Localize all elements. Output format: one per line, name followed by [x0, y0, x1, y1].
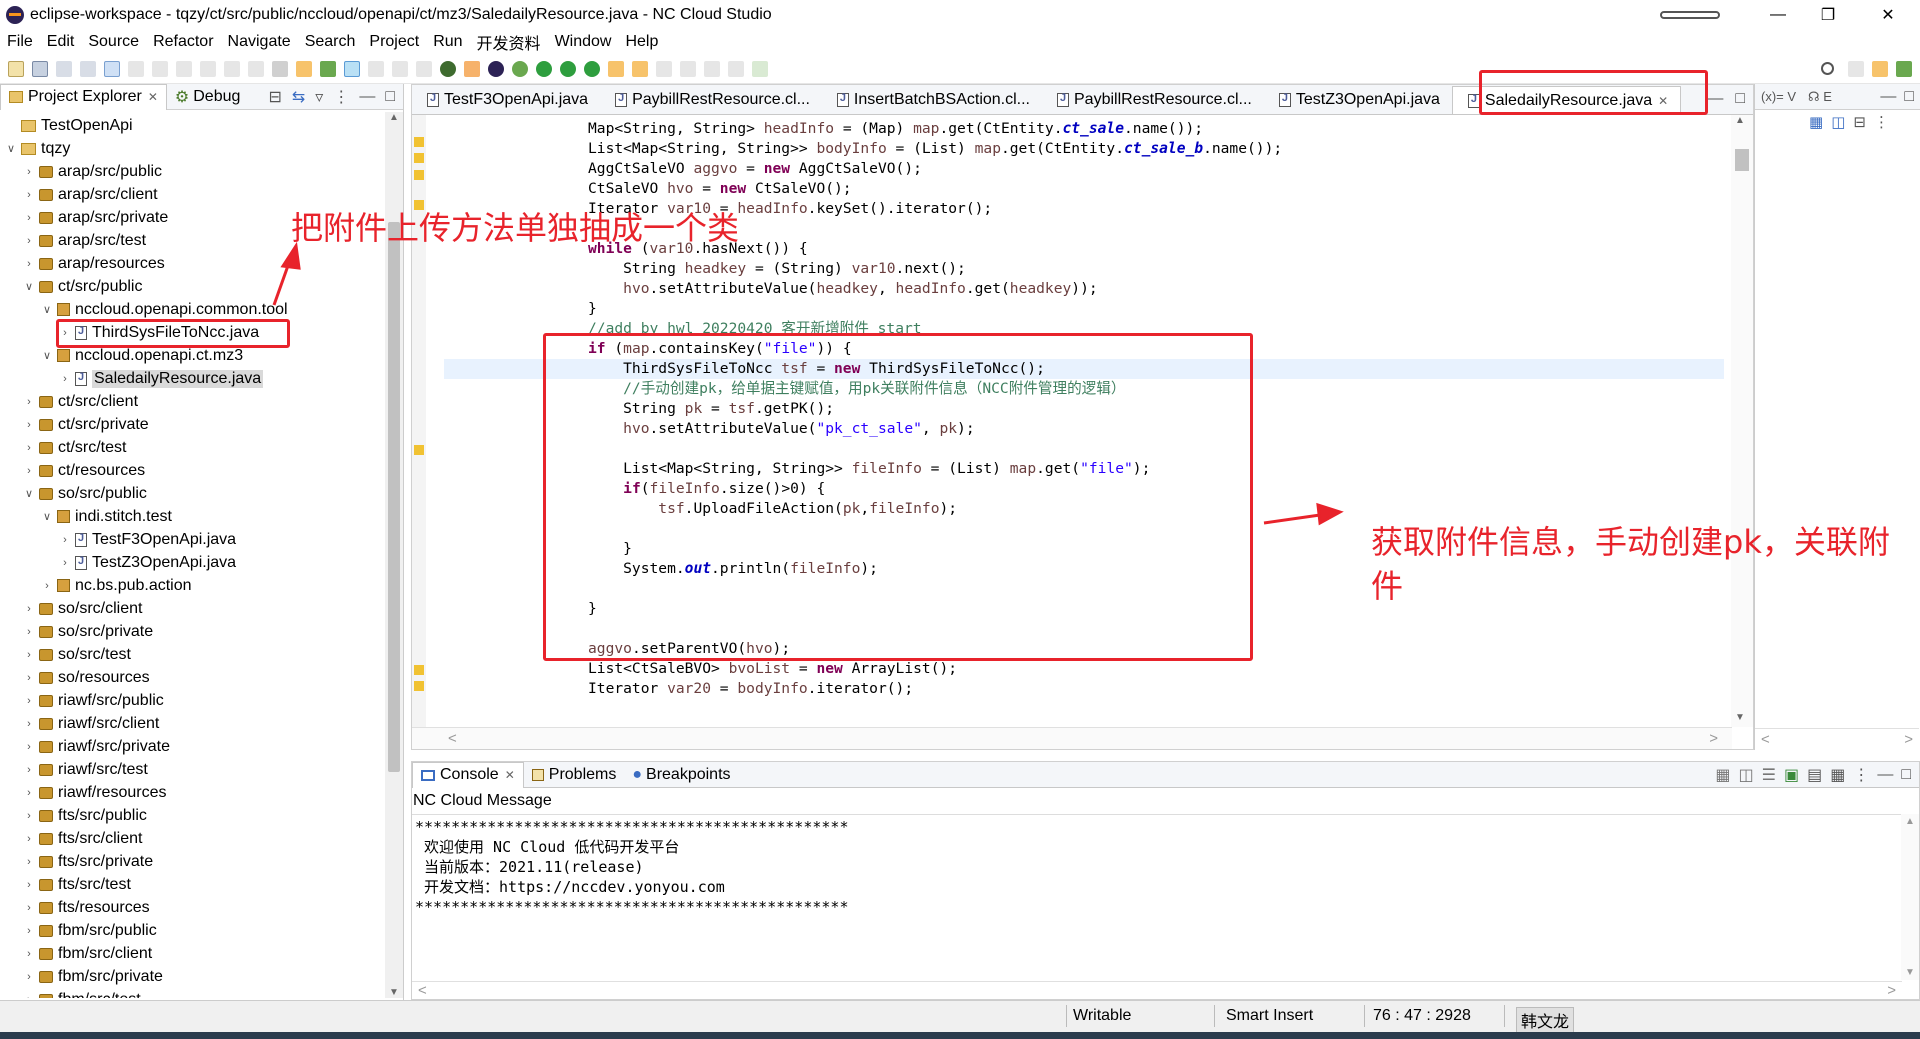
- annotation-arrowhead-right: [1316, 502, 1344, 526]
- annotation-arrows: [272, 241, 1344, 526]
- annotation-arrow-right: [1263, 513, 1321, 525]
- annotation-arrowhead-up: [280, 241, 301, 270]
